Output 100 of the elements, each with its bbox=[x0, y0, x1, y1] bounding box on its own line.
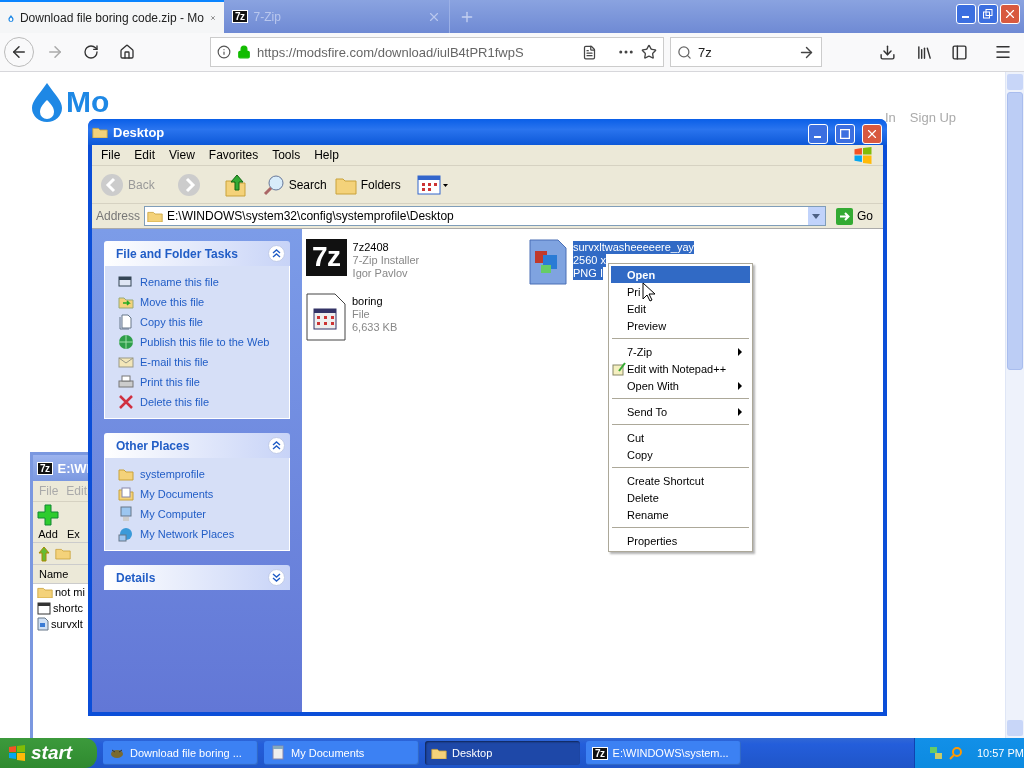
file-detail: 7-Zip Installer bbox=[352, 254, 420, 267]
search-button[interactable]: Search bbox=[262, 173, 327, 196]
task-link[interactable]: My Network Places bbox=[118, 526, 277, 542]
menu-item[interactable]: Tools bbox=[265, 148, 308, 162]
scrollbar[interactable] bbox=[1005, 72, 1024, 738]
address-field[interactable]: E:\WINDOWS\system32\config\systemprofile\Desktop bbox=[144, 206, 826, 226]
reader-icon[interactable] bbox=[582, 44, 597, 60]
menu-item[interactable]: Rename bbox=[611, 506, 750, 523]
search-field[interactable]: 7z bbox=[670, 37, 822, 67]
info-icon[interactable] bbox=[217, 45, 231, 59]
folder-icon bbox=[118, 294, 134, 310]
toolbar-button[interactable]: Ex bbox=[67, 528, 80, 540]
folder-icon bbox=[147, 209, 164, 223]
menu-item[interactable]: Preview bbox=[611, 317, 750, 334]
menu-item[interactable]: File bbox=[94, 148, 128, 162]
documents-icon bbox=[118, 486, 134, 502]
image-file-icon bbox=[529, 239, 567, 285]
menu-item[interactable]: Edit bbox=[611, 300, 750, 317]
task-link[interactable]: E-mail this file bbox=[118, 354, 277, 370]
panel-title: Details bbox=[116, 570, 156, 585]
taskbar-button[interactable]: Download file boring ... bbox=[103, 741, 258, 765]
address-label: Address bbox=[96, 209, 141, 223]
panel-header[interactable]: Other Places bbox=[104, 433, 290, 458]
menu-item[interactable]: 7-Zip bbox=[611, 343, 750, 360]
search-value: 7z bbox=[698, 44, 713, 60]
network-icon bbox=[118, 526, 134, 542]
plus-icon bbox=[37, 504, 59, 526]
menu-item[interactable]: Favorites bbox=[201, 148, 266, 162]
tab-title: 7-Zip bbox=[253, 9, 282, 24]
menu-item[interactable]: Delete bbox=[611, 489, 750, 506]
restore-icon bbox=[983, 9, 993, 19]
reload-icon bbox=[83, 44, 99, 60]
image-icon bbox=[37, 617, 49, 631]
file-tile[interactable]: 7z 7z2408 7-Zip Installer Igor Pavlov bbox=[306, 239, 529, 293]
menu-item[interactable]: Edit bbox=[127, 148, 163, 162]
collapse-button[interactable] bbox=[268, 437, 285, 454]
restore-button[interactable] bbox=[978, 4, 998, 24]
close-button[interactable] bbox=[1000, 4, 1020, 24]
task-link[interactable]: Delete this file bbox=[118, 394, 277, 410]
browser-tab[interactable]: Download file boring code.zip - Mo bbox=[0, 0, 224, 33]
address-text: E:\WINDOWS\system32\config\systemprofile\Desktop bbox=[167, 209, 455, 223]
chevron-icon bbox=[272, 249, 281, 258]
download-icon[interactable] bbox=[879, 43, 896, 61]
library-icon[interactable] bbox=[916, 43, 933, 61]
task-link[interactable]: Publish this file to the Web bbox=[118, 334, 277, 350]
start-button[interactable]: start bbox=[0, 738, 97, 768]
taskbar-button[interactable]: My Documents bbox=[264, 741, 419, 765]
taskbar-button[interactable]: 7z E:\WINDOWS\system... bbox=[586, 741, 741, 765]
task-link[interactable]: systemprofile bbox=[118, 466, 277, 482]
menu-item[interactable]: Open bbox=[611, 266, 750, 283]
file-icon bbox=[306, 293, 346, 341]
menu-icon[interactable] bbox=[994, 43, 1012, 61]
task-link[interactable]: Copy this file bbox=[118, 314, 277, 330]
views-button[interactable] bbox=[416, 174, 449, 195]
column-header[interactable]: Name bbox=[33, 564, 90, 584]
up-folder-icon[interactable] bbox=[224, 172, 247, 197]
menu-item[interactable]: Copy bbox=[611, 446, 750, 463]
panel-header[interactable]: Details bbox=[104, 565, 290, 590]
folders-button[interactable]: Folders bbox=[334, 174, 401, 195]
file-name: shortc bbox=[53, 602, 83, 614]
file-tile[interactable]: boring File 6,633 KB bbox=[306, 293, 529, 347]
task-link[interactable]: My Computer bbox=[118, 506, 277, 522]
menu-item[interactable]: Edit with Notepad++ bbox=[611, 360, 750, 377]
mouse-cursor-icon bbox=[642, 282, 656, 302]
menu-item[interactable]: Cut bbox=[611, 429, 750, 446]
task-link[interactable]: My Documents bbox=[118, 486, 277, 502]
url-field[interactable]: https://modsfire.com/download/iulB4tPR1fwpS bbox=[210, 37, 664, 67]
browser-tab[interactable]: 7z 7-Zip bbox=[224, 0, 449, 33]
menu-item[interactable]: Help bbox=[307, 148, 346, 162]
menu-item[interactable]: Pri bbox=[611, 283, 750, 300]
task-link[interactable]: Rename this file bbox=[118, 274, 277, 290]
collapse-button[interactable] bbox=[268, 245, 285, 262]
taskbar-button[interactable]: Desktop bbox=[425, 741, 580, 765]
toolbar-button[interactable]: Add bbox=[37, 504, 59, 540]
minimize-button[interactable] bbox=[956, 4, 976, 24]
x-icon bbox=[118, 394, 134, 410]
task-link[interactable]: Move this file bbox=[118, 294, 277, 310]
sevenzip-logo: 7z bbox=[37, 461, 53, 475]
menu-item[interactable]: Create Shortcut bbox=[611, 472, 750, 489]
file-name: 7z2408 bbox=[352, 241, 390, 254]
go-button[interactable]: Go bbox=[830, 207, 879, 225]
minimize-button[interactable] bbox=[808, 124, 828, 144]
menu-item[interactable]: Properties bbox=[611, 532, 750, 549]
pages-icon bbox=[118, 314, 134, 330]
search-icon bbox=[677, 44, 692, 60]
envelope-icon bbox=[118, 354, 134, 370]
close-button[interactable] bbox=[862, 124, 882, 144]
up-folder-icon[interactable] bbox=[37, 545, 51, 562]
maximize-button[interactable] bbox=[835, 124, 855, 144]
folder-icon bbox=[55, 547, 71, 560]
panel-header[interactable]: File and Folder Tasks bbox=[104, 241, 290, 266]
dropdown-button[interactable] bbox=[808, 207, 825, 225]
sidebar-icon[interactable] bbox=[951, 43, 968, 61]
menu-item[interactable]: View bbox=[162, 148, 202, 162]
expand-button[interactable] bbox=[268, 569, 285, 586]
star-icon[interactable] bbox=[641, 44, 657, 60]
task-link[interactable]: Print this file bbox=[118, 374, 277, 390]
menu-item[interactable]: Send To bbox=[611, 403, 750, 420]
sevenzip-logo: 7z bbox=[592, 746, 608, 760]
menu-item[interactable]: Open With bbox=[611, 377, 750, 394]
